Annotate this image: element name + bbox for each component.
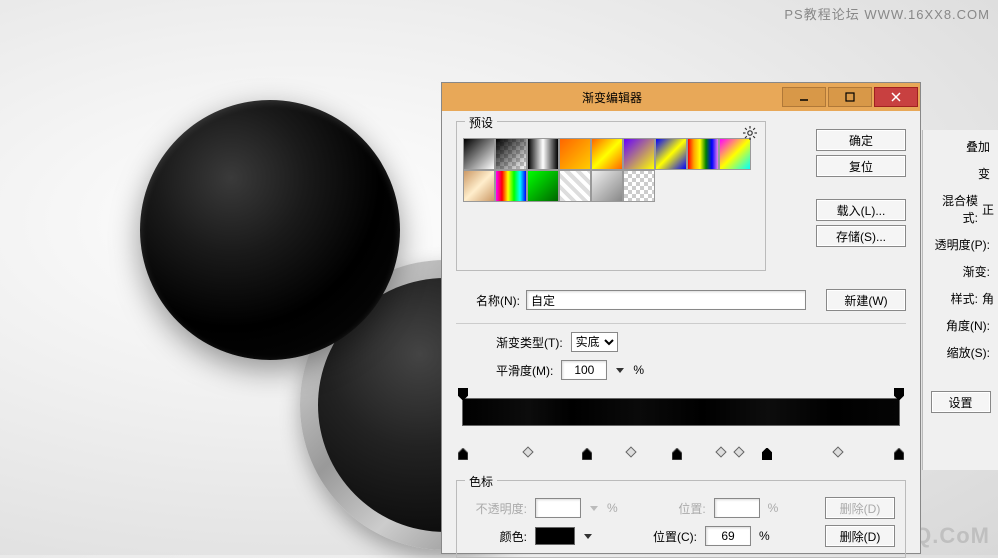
close-button[interactable] (874, 87, 918, 107)
opacity-input (535, 498, 581, 518)
color-swatch[interactable] (535, 527, 575, 545)
preset-swatch[interactable] (559, 170, 591, 202)
opacity-stop[interactable] (894, 388, 904, 400)
color-stop[interactable] (672, 448, 682, 460)
preset-swatch[interactable] (655, 138, 687, 170)
opacity-label: 透明度(P): (927, 236, 990, 253)
scale-label: 缩放(S): (927, 344, 990, 361)
preset-swatch[interactable] (623, 170, 655, 202)
smoothness-label: 平滑度(M): (496, 362, 553, 379)
opacity-stop[interactable] (458, 388, 468, 400)
chevron-down-icon[interactable] (615, 365, 625, 375)
midpoint-diamond[interactable] (733, 446, 744, 457)
position-input (714, 498, 760, 518)
save-button[interactable]: 存储(S)... (816, 225, 906, 247)
chevron-down-icon[interactable] (583, 531, 593, 541)
color-stop[interactable] (894, 448, 904, 460)
delete-opacity-button: 删除(D) (825, 497, 895, 519)
grad-label: 变 (927, 165, 990, 182)
ok-button[interactable]: 确定 (816, 129, 906, 151)
dialog-buttons: 确定 复位 载入(L)... 存储(S)... (816, 129, 906, 247)
watermark-top: PS教程论坛 WWW.16XX8.COM (784, 4, 990, 23)
gradient-preview[interactable] (462, 398, 900, 426)
overlay-label: 叠加 (927, 138, 990, 155)
minimize-button[interactable] (782, 87, 826, 107)
titlebar[interactable]: 渐变编辑器 (442, 83, 920, 111)
new-button[interactable]: 新建(W) (826, 289, 906, 311)
name-label: 名称(N): (456, 292, 520, 309)
position-c-input[interactable] (705, 526, 751, 546)
preset-swatch[interactable] (463, 138, 495, 170)
preset-swatch[interactable] (527, 170, 559, 202)
preset-swatches (463, 138, 759, 202)
layer-style-panel: 叠加 变 混合模式:正 透明度(P): 渐变: 样式:角 角度(N): 缩放(S… (922, 130, 998, 470)
percent-label: % (607, 501, 618, 515)
stops-group: 色标 不透明度: % 位置: % 删除(D) 颜色: 位置(C): % 删除(D… (456, 480, 906, 558)
midpoint-diamond[interactable] (625, 446, 636, 457)
preset-swatch[interactable] (623, 138, 655, 170)
color-stop-selected[interactable] (762, 448, 772, 460)
maximize-button[interactable] (828, 87, 872, 107)
preset-swatch[interactable] (527, 138, 559, 170)
gradient-label: 渐变: (927, 263, 990, 280)
angle-label: 角度(N): (927, 317, 990, 334)
color-label: 颜色: (467, 528, 527, 545)
preset-swatch[interactable] (591, 170, 623, 202)
name-input[interactable] (526, 290, 806, 310)
percent-label: % (759, 529, 770, 543)
percent-label: % (768, 501, 779, 515)
gradient-bar[interactable] (456, 398, 906, 458)
preset-group: 预设 (456, 121, 766, 271)
style-value: 角 (982, 290, 994, 307)
gradient-type-label: 渐变类型(T): (496, 334, 563, 351)
blend-mode-label: 混合模式: (927, 192, 978, 226)
smoothness-input[interactable] (561, 360, 607, 380)
percent-label: % (633, 363, 644, 377)
color-stop[interactable] (458, 448, 468, 460)
position-label: 位置: (646, 500, 706, 517)
load-button[interactable]: 载入(L)... (816, 199, 906, 221)
stops-label: 色标 (465, 473, 497, 490)
preset-swatch[interactable] (463, 170, 495, 202)
reset-button[interactable]: 复位 (816, 155, 906, 177)
midpoint-diamond[interactable] (715, 446, 726, 457)
dialog-title: 渐变编辑器 (442, 89, 782, 106)
preset-swatch[interactable] (495, 170, 527, 202)
opacity-stop-label: 不透明度: (467, 500, 527, 517)
blend-value: 正 (982, 201, 994, 218)
preset-label: 预设 (465, 114, 497, 131)
preset-swatch[interactable] (591, 138, 623, 170)
black-knob (140, 100, 400, 360)
preset-swatch[interactable] (559, 138, 591, 170)
settings-button[interactable]: 设置 (931, 391, 991, 413)
position-c-label: 位置(C): (637, 528, 697, 545)
midpoint-diamond[interactable] (522, 446, 533, 457)
gear-icon[interactable] (743, 126, 757, 143)
preset-swatch[interactable] (687, 138, 719, 170)
chevron-down-icon (589, 503, 599, 513)
style-label: 样式: (927, 290, 978, 307)
color-stop[interactable] (582, 448, 592, 460)
midpoint-diamond[interactable] (832, 446, 843, 457)
gradient-type-select[interactable]: 实底 (571, 332, 618, 352)
delete-color-button[interactable]: 删除(D) (825, 525, 895, 547)
preset-swatch[interactable] (495, 138, 527, 170)
gradient-editor-dialog: 渐变编辑器 预设 (441, 82, 921, 554)
